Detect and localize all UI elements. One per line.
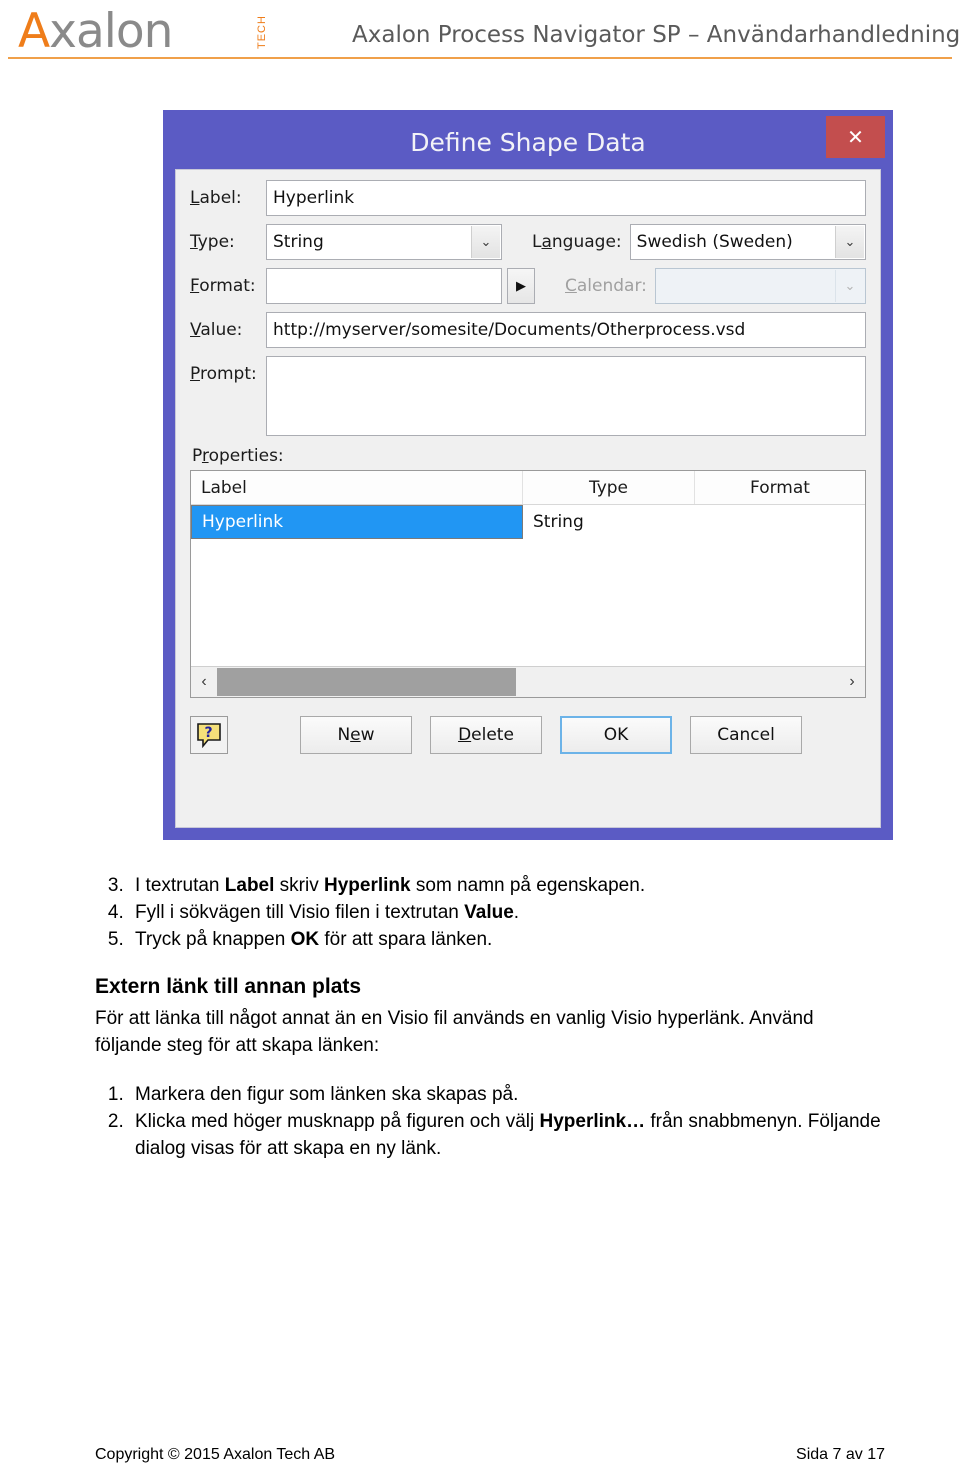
- chevron-down-icon[interactable]: ⌄: [835, 226, 864, 258]
- document-header-title: Axalon Process Navigator SP – Användarha…: [352, 22, 960, 48]
- close-icon[interactable]: ✕: [826, 116, 885, 158]
- type-caption: Type:: [190, 232, 235, 252]
- logo-letter-a: A: [18, 4, 50, 59]
- cancel-button[interactable]: Cancel: [690, 716, 802, 754]
- prompt-input[interactable]: [266, 356, 866, 436]
- horizontal-scrollbar[interactable]: ‹ ›: [191, 666, 865, 697]
- steps-list-one: I textrutan Label skriv Hyperlink som na…: [95, 872, 885, 953]
- dialog-body: Label: Hyperlink Type: String ⌄ Language…: [175, 169, 881, 828]
- delete-button[interactable]: Delete: [430, 716, 542, 754]
- grid-header-row: Label Type Format: [191, 471, 865, 505]
- scrollbar-track[interactable]: [217, 668, 839, 696]
- prompt-row: Prompt:: [190, 356, 866, 436]
- type-select-value: String: [273, 232, 324, 252]
- dialog-button-row: ? New Delete OK Cancel: [190, 716, 866, 754]
- format-input[interactable]: [266, 268, 502, 304]
- define-shape-data-dialog: Define Shape Data ✕ Label: Hyperlink Typ…: [163, 110, 893, 840]
- section-paragraph: För att länka till något annat än en Vis…: [95, 1008, 814, 1056]
- label-caption: Label:: [190, 188, 242, 208]
- logo-letters-rest: xalon: [49, 4, 173, 59]
- prompt-caption: Prompt:: [190, 364, 257, 384]
- ok-button[interactable]: OK: [560, 716, 672, 754]
- page-footer: Copyright © 2015 Axalon Tech AB Sida 7 a…: [95, 1446, 885, 1464]
- column-header-type[interactable]: Type: [523, 471, 695, 504]
- dialog-title: Define Shape Data: [410, 128, 646, 157]
- list-item: Klicka med höger musknapp på figuren och…: [129, 1108, 885, 1162]
- value-input[interactable]: http://myserver/somesite/Documents/Other…: [266, 312, 866, 348]
- steps-list-two: Markera den figur som länken ska skapas …: [95, 1081, 885, 1162]
- footer-page-number: Sida 7 av 17: [796, 1446, 885, 1463]
- dialog-frame: Define Shape Data ✕ Label: Hyperlink Typ…: [169, 116, 887, 834]
- column-header-format[interactable]: Format: [695, 471, 865, 504]
- chevron-down-icon: ⌄: [835, 270, 864, 302]
- list-item: Fyll i sökvägen till Visio filen i textr…: [129, 899, 885, 926]
- properties-grid: Label Type Format Hyperlink String ‹ ›: [190, 470, 866, 698]
- footer-copyright: Copyright © 2015 Axalon Tech AB: [95, 1446, 336, 1463]
- list-item: Tryck på knappen OK för att spara länken…: [129, 926, 885, 953]
- new-button[interactable]: New: [300, 716, 412, 754]
- dialog-titlebar: Define Shape Data ✕: [169, 116, 887, 169]
- help-icon: ?: [197, 723, 221, 748]
- label-input[interactable]: Hyperlink: [266, 180, 866, 216]
- value-caption: Value:: [190, 320, 243, 340]
- cell-format[interactable]: [695, 505, 865, 539]
- cell-label[interactable]: Hyperlink: [191, 505, 523, 539]
- value-row: Value: http://myserver/somesite/Document…: [190, 312, 866, 348]
- language-caption: Language:: [532, 232, 622, 252]
- help-button[interactable]: ?: [190, 716, 228, 754]
- cell-type[interactable]: String: [523, 505, 695, 539]
- language-select-value: Swedish (Sweden): [636, 232, 793, 252]
- list-item: Markera den figur som länken ska skapas …: [129, 1081, 885, 1108]
- format-calendar-row: Format: ▶ Calendar: ⌄: [190, 268, 866, 304]
- type-language-row: Type: String ⌄ Language: Swedish (Sweden…: [190, 224, 866, 260]
- logo-wordmark: Axalon: [18, 6, 288, 58]
- label-row: Label: Hyperlink: [190, 180, 866, 216]
- document-content: I textrutan Label skriv Hyperlink som na…: [95, 872, 885, 1162]
- format-caption: Format:: [190, 276, 256, 296]
- calendar-caption: Calendar:: [565, 276, 647, 296]
- format-expand-icon[interactable]: ▶: [507, 268, 535, 304]
- scrollbar-thumb[interactable]: [217, 668, 516, 696]
- scroll-right-icon[interactable]: ›: [839, 673, 865, 691]
- section-heading: Extern länk till annan plats: [95, 975, 362, 998]
- column-header-label[interactable]: Label: [191, 471, 523, 504]
- page-header: Axalon TECH Axalon Process Navigator SP …: [0, 0, 960, 68]
- scroll-left-icon[interactable]: ‹: [191, 673, 217, 691]
- axalon-logo: Axalon TECH: [18, 6, 288, 58]
- type-select[interactable]: String ⌄: [266, 224, 502, 260]
- language-select[interactable]: Swedish (Sweden) ⌄: [629, 224, 866, 260]
- calendar-select: ⌄: [654, 268, 866, 304]
- list-item: I textrutan Label skriv Hyperlink som na…: [129, 872, 885, 899]
- svg-text:?: ?: [204, 725, 212, 741]
- properties-caption: Properties:: [192, 446, 284, 466]
- header-divider: [8, 57, 952, 59]
- grid-body: Hyperlink String: [191, 505, 865, 666]
- steps-list-two-wrap: Markera den figur som länken ska skapas …: [95, 1081, 885, 1162]
- table-row[interactable]: Hyperlink String: [191, 505, 865, 539]
- logo-tech-suffix: TECH: [256, 15, 268, 49]
- chevron-down-icon[interactable]: ⌄: [471, 226, 500, 258]
